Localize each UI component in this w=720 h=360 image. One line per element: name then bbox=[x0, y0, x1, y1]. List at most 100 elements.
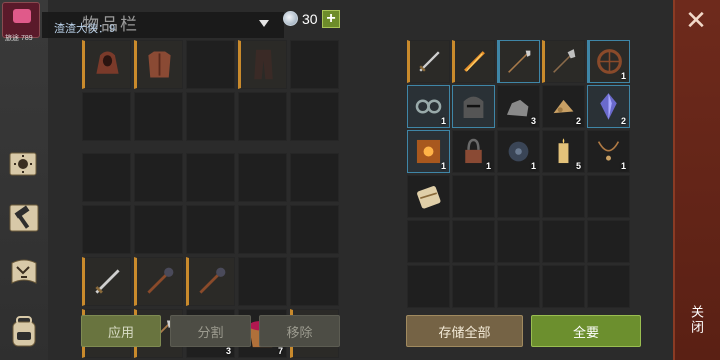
spear-icon bbox=[504, 45, 535, 78]
inventory-slot[interactable] bbox=[407, 175, 450, 218]
empty-slot[interactable] bbox=[452, 220, 495, 263]
hammer-icon bbox=[9, 204, 39, 232]
empty-slot[interactable] bbox=[238, 257, 287, 306]
close-label[interactable]: 关闭 bbox=[686, 305, 706, 335]
inventory-slot[interactable] bbox=[452, 85, 495, 128]
player-name: 渣渣大侠：9 bbox=[54, 23, 116, 35]
flame-sword-icon bbox=[459, 45, 490, 78]
backpack-icon bbox=[12, 316, 36, 347]
inventory-slot[interactable] bbox=[497, 40, 540, 83]
inventory-slot[interactable] bbox=[238, 40, 287, 89]
empty-slot[interactable] bbox=[238, 92, 287, 141]
store-all-button[interactable]: 存储全部 bbox=[406, 315, 523, 347]
empty-slot[interactable] bbox=[587, 265, 630, 308]
sidebar-item-backpack[interactable] bbox=[4, 312, 44, 350]
inventory-slot[interactable] bbox=[134, 40, 183, 89]
empty-slot[interactable] bbox=[186, 205, 235, 254]
inventory-slot[interactable]: 1 bbox=[587, 40, 630, 83]
inventory-slot[interactable] bbox=[134, 257, 183, 306]
empty-slot[interactable] bbox=[290, 205, 339, 254]
inventory-slot[interactable]: 5 bbox=[542, 130, 585, 173]
empty-slot[interactable] bbox=[452, 175, 495, 218]
empty-slot[interactable] bbox=[186, 92, 235, 141]
empty-slot[interactable] bbox=[134, 92, 183, 141]
leather-armor-icon bbox=[141, 45, 178, 84]
empty-slot[interactable] bbox=[497, 220, 540, 263]
inventory-slot[interactable]: 1 bbox=[452, 130, 495, 173]
inventory-slot[interactable] bbox=[407, 40, 450, 83]
stack-count: 2 bbox=[620, 116, 626, 126]
apply-button[interactable]: 应用 bbox=[81, 315, 161, 347]
sidebar-item-map[interactable] bbox=[4, 253, 44, 291]
avatar[interactable]: 旅途 789 bbox=[2, 2, 40, 42]
empty-slot[interactable] bbox=[238, 205, 287, 254]
empty-slot[interactable] bbox=[290, 257, 339, 306]
currency-value: 30 bbox=[302, 11, 318, 27]
take-all-button[interactable]: 全要 bbox=[531, 315, 641, 347]
empty-slot[interactable] bbox=[407, 265, 450, 308]
halberd-icon bbox=[549, 45, 580, 78]
avatar-subtext: 旅途 789 bbox=[5, 35, 33, 42]
empty-slot[interactable] bbox=[290, 153, 339, 202]
map-scroll-icon bbox=[11, 259, 37, 284]
empty-slot[interactable] bbox=[542, 175, 585, 218]
close-icon[interactable]: ✕ bbox=[684, 7, 708, 33]
inventory-slot[interactable] bbox=[542, 40, 585, 83]
empty-slot[interactable] bbox=[497, 175, 540, 218]
empty-slot[interactable] bbox=[238, 153, 287, 202]
empty-slot[interactable] bbox=[290, 40, 339, 89]
helmet-icon bbox=[457, 90, 490, 123]
stack-count: 5 bbox=[575, 161, 581, 171]
sidebar-item-crafting[interactable] bbox=[4, 198, 44, 236]
inventory-slot[interactable]: 3 bbox=[497, 85, 540, 128]
stack-count: 1 bbox=[620, 161, 626, 171]
empty-slot[interactable] bbox=[82, 92, 131, 141]
inventory-slot[interactable] bbox=[82, 40, 131, 89]
stack-count: 1 bbox=[485, 161, 491, 171]
empty-slot[interactable] bbox=[407, 220, 450, 263]
stack-count: 1 bbox=[620, 71, 626, 81]
stack-count: 1 bbox=[440, 161, 446, 171]
sword-icon bbox=[89, 262, 126, 301]
avatar-glyph-icon bbox=[13, 9, 31, 23]
chevron-down-icon[interactable] bbox=[259, 20, 269, 27]
empty-slot[interactable] bbox=[587, 175, 630, 218]
empty-slot[interactable] bbox=[134, 205, 183, 254]
mace-icon bbox=[141, 262, 178, 301]
remove-button[interactable]: 移除 bbox=[259, 315, 340, 347]
empty-slot[interactable] bbox=[134, 153, 183, 202]
empty-slot[interactable] bbox=[497, 265, 540, 308]
empty-slot[interactable] bbox=[452, 265, 495, 308]
empty-slot[interactable] bbox=[82, 153, 131, 202]
stack-count: 1 bbox=[530, 161, 536, 171]
empty-slot[interactable] bbox=[587, 220, 630, 263]
empty-slot[interactable] bbox=[290, 92, 339, 141]
sword-icon bbox=[414, 45, 445, 78]
add-currency-button[interactable]: + bbox=[322, 10, 340, 28]
inventory-slot[interactable] bbox=[452, 40, 495, 83]
sidebar-item-journal[interactable] bbox=[4, 145, 44, 183]
inventory-slot[interactable]: 1 bbox=[407, 130, 450, 173]
empty-slot[interactable] bbox=[186, 40, 235, 89]
hood-icon bbox=[89, 45, 126, 84]
empty-slot[interactable] bbox=[542, 265, 585, 308]
mace-icon bbox=[193, 262, 230, 301]
empty-slot[interactable] bbox=[82, 205, 131, 254]
equipment-grid bbox=[82, 40, 339, 141]
inventory-slot[interactable]: 2 bbox=[587, 85, 630, 128]
inventory-slot[interactable] bbox=[82, 257, 131, 306]
scroll-bundle-icon bbox=[412, 180, 445, 213]
inventory-slot[interactable]: 1 bbox=[587, 130, 630, 173]
split-button[interactable]: 分割 bbox=[170, 315, 251, 347]
stack-count: 1 bbox=[440, 116, 446, 126]
empty-slot[interactable] bbox=[186, 153, 235, 202]
pants-icon bbox=[245, 45, 282, 84]
stack-count: 3 bbox=[225, 346, 231, 356]
inventory-slot[interactable] bbox=[186, 257, 235, 306]
inventory-slot[interactable]: 2 bbox=[542, 85, 585, 128]
silver-coin-icon bbox=[283, 11, 298, 26]
stack-count: 3 bbox=[530, 116, 536, 126]
inventory-slot[interactable]: 1 bbox=[497, 130, 540, 173]
inventory-slot[interactable]: 1 bbox=[407, 85, 450, 128]
empty-slot[interactable] bbox=[542, 220, 585, 263]
